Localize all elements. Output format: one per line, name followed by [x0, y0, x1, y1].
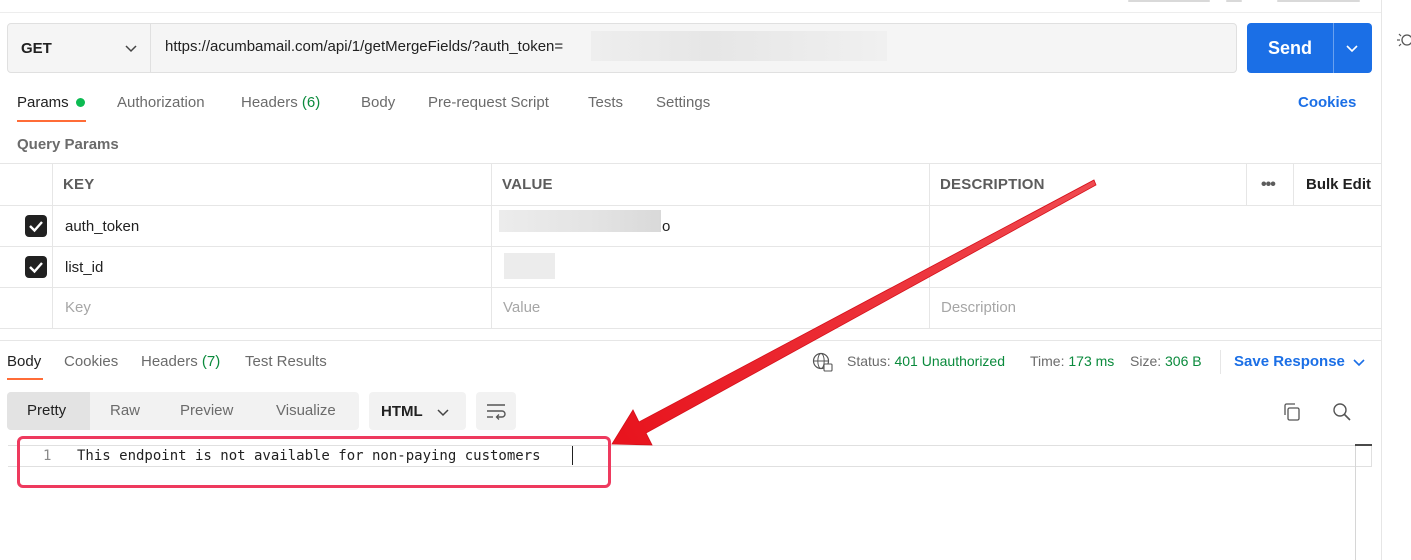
status-divider	[1220, 350, 1221, 374]
time-label: Time:	[1030, 353, 1065, 369]
response-tab-cookies[interactable]: Cookies	[64, 353, 118, 370]
response-tab-body[interactable]: Body	[7, 353, 41, 370]
response-tab-test-results[interactable]: Test Results	[245, 353, 327, 370]
response-tab-headers-label: Headers	[141, 353, 198, 370]
redacted-value	[499, 210, 661, 232]
annotation-highlight-box	[17, 436, 611, 488]
table-border	[0, 246, 1381, 247]
query-params-title: Query Params	[17, 136, 119, 153]
new-key-input[interactable]: Key	[65, 299, 91, 316]
time-indicator[interactable]: Time: 173 ms	[1030, 353, 1114, 369]
params-active-dot	[76, 98, 85, 107]
tab-body[interactable]: Body	[361, 94, 395, 111]
view-mode-preview[interactable]: Preview	[180, 402, 233, 419]
column-header-value: VALUE	[502, 176, 553, 193]
table-border	[491, 163, 492, 329]
method-label: GET	[21, 39, 52, 57]
response-divider	[0, 340, 1381, 341]
send-button[interactable]: Send	[1247, 23, 1333, 73]
time-value: 173 ms	[1068, 353, 1115, 369]
table-border	[0, 328, 1381, 329]
status-indicator[interactable]: Status: 401 Unauthorized	[847, 353, 1005, 369]
editor-scrollbar-thumb[interactable]	[1355, 444, 1372, 446]
top-toolbar-stub	[1277, 0, 1360, 2]
tab-headers[interactable]: Headers (6)	[241, 94, 320, 111]
size-label: Size:	[1130, 353, 1162, 369]
headers-count: (6)	[301, 94, 321, 111]
editor-scrollbar[interactable]	[1355, 444, 1356, 560]
checkmark-icon	[29, 221, 43, 233]
top-toolbar-stub	[1226, 0, 1242, 2]
tab-headers-label: Headers	[241, 94, 298, 111]
new-value-input[interactable]: Value	[503, 299, 540, 316]
tab-prerequest-script[interactable]: Pre-request Script	[428, 94, 549, 111]
table-border	[1246, 163, 1247, 206]
globe-icon[interactable]	[812, 352, 833, 372]
tab-settings[interactable]: Settings	[656, 94, 710, 111]
row-checkbox[interactable]	[25, 256, 47, 278]
table-border	[929, 163, 930, 329]
table-border	[0, 205, 1381, 206]
chevron-down-icon[interactable]	[124, 41, 138, 55]
tab-params[interactable]: Params	[17, 94, 69, 111]
redacted-token	[591, 31, 887, 61]
table-border	[1293, 163, 1294, 206]
view-mode-raw[interactable]: Raw	[110, 402, 140, 419]
size-indicator[interactable]: Size: 306 B	[1130, 353, 1202, 369]
status-label: Status:	[847, 353, 891, 369]
chevron-down-icon[interactable]	[436, 405, 450, 419]
lightbulb-icon[interactable]	[1396, 30, 1411, 52]
status-value: 401 Unauthorized	[894, 353, 1006, 369]
send-options-chevron-icon[interactable]	[1345, 41, 1359, 55]
search-icon[interactable]	[1332, 402, 1352, 422]
view-mode-visualize[interactable]: Visualize	[276, 402, 336, 419]
cookies-link[interactable]: Cookies	[1298, 94, 1356, 111]
table-border	[0, 287, 1381, 288]
response-active-tab-indicator	[7, 378, 43, 380]
column-header-key: KEY	[63, 176, 95, 193]
format-label: HTML	[381, 403, 423, 420]
url-input[interactable]: https://acumbamail.com/api/1/getMergeFie…	[165, 38, 563, 55]
bulk-edit-button[interactable]: Bulk Edit	[1306, 176, 1371, 193]
table-border	[0, 163, 1381, 164]
more-options-icon[interactable]: •••	[1261, 176, 1276, 194]
new-description-input[interactable]: Description	[941, 299, 1016, 316]
param-key[interactable]: auth_token	[65, 218, 139, 235]
copy-icon[interactable]	[1282, 402, 1302, 422]
table-border	[52, 163, 53, 329]
save-response-button[interactable]: Save Response	[1234, 353, 1345, 370]
response-headers-count: (7)	[201, 353, 221, 370]
top-divider	[0, 12, 1381, 13]
checkmark-icon	[29, 262, 43, 274]
wrap-lines-button[interactable]	[476, 392, 516, 430]
response-tab-headers[interactable]: Headers (7)	[141, 353, 220, 370]
tab-authorization[interactable]: Authorization	[117, 94, 205, 111]
tab-tests[interactable]: Tests	[588, 94, 623, 111]
param-value-tail[interactable]: o	[662, 218, 670, 235]
top-toolbar-stub	[1128, 0, 1210, 2]
size-value: 306 B	[1165, 353, 1202, 369]
send-divider	[1333, 23, 1334, 73]
wrap-lines-icon	[487, 404, 506, 420]
active-tab-indicator	[17, 120, 86, 122]
row-checkbox[interactable]	[25, 215, 47, 237]
right-sidebar-divider	[1381, 0, 1382, 560]
param-key[interactable]: list_id	[65, 259, 103, 276]
redacted-value	[504, 253, 555, 279]
column-header-description: DESCRIPTION	[940, 176, 1045, 193]
view-mode-pretty[interactable]: Pretty	[27, 402, 66, 419]
chevron-down-icon[interactable]	[1352, 355, 1366, 369]
